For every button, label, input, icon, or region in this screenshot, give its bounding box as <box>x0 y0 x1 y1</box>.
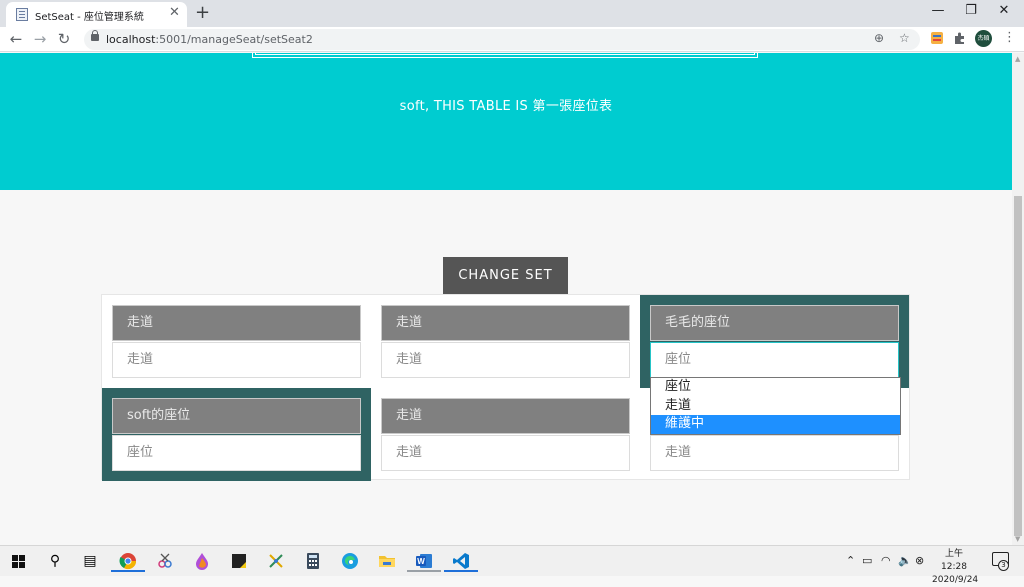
lock-icon <box>91 30 99 41</box>
page-scrollbar[interactable]: ▲ ▼ <box>1012 53 1024 545</box>
extension-app-icon[interactable] <box>930 31 944 45</box>
window-restore-button[interactable]: ❐ <box>961 3 981 18</box>
seat-name-field[interactable]: soft的座位 <box>112 398 361 434</box>
window-close-button[interactable]: ✕ <box>994 3 1014 18</box>
notification-count-badge: 3 <box>998 560 1009 571</box>
seat-type-select[interactable]: 座位 <box>650 342 899 378</box>
profile-avatar[interactable]: 杰碩 <box>975 30 992 47</box>
windows-taskbar: ⚲ ▤ W ⌃ ▭ ◠ 🔈 ⊗ 上午 12:28 2020/9/24 3 <box>0 545 1024 585</box>
new-tab-button[interactable]: + <box>195 2 210 23</box>
dropdown-option-maintenance[interactable]: 維護中 <box>651 415 900 434</box>
svg-text:W: W <box>417 557 425 566</box>
seat-cell-selected[interactable]: soft的座位 座位 <box>102 388 371 481</box>
battery-icon[interactable]: ▭ <box>862 554 872 567</box>
system-clock[interactable]: 上午 12:28 2020/9/24 <box>932 548 978 587</box>
seat-name-field[interactable]: 走道 <box>112 305 361 341</box>
seat-cell[interactable]: 走道 走道 <box>102 295 371 388</box>
tray-chevron-up-icon[interactable]: ⌃ <box>846 554 855 567</box>
browser-toolbar: ← → ↻ localhost:5001/manageSeat/setSeat2… <box>0 27 1024 52</box>
seat-type-select[interactable]: 走道 <box>381 435 630 471</box>
network-status-icon[interactable]: ⊗ <box>915 554 924 567</box>
vscode-icon[interactable] <box>444 550 478 572</box>
dropdown-option-seat[interactable]: 座位 <box>651 378 900 397</box>
scroll-down-icon[interactable]: ▼ <box>1015 535 1020 543</box>
edge-browser-icon[interactable] <box>339 550 361 572</box>
tools-app-icon[interactable] <box>265 550 287 572</box>
browser-menu-icon[interactable]: ⋮ <box>1003 30 1016 45</box>
seat-type-select[interactable]: 走道 <box>650 435 899 471</box>
clock-time: 上午 12:28 <box>941 549 967 572</box>
extensions-puzzle-icon[interactable] <box>953 31 967 45</box>
paint-drop-icon[interactable] <box>191 550 213 572</box>
back-arrow-icon[interactable]: ← <box>7 30 25 48</box>
scroll-thumb[interactable] <box>1014 196 1022 536</box>
seat-cell-selected[interactable]: 毛毛的座位 座位 <box>640 295 909 388</box>
reload-icon[interactable]: ↻ <box>55 30 73 48</box>
url-text[interactable]: localhost:5001/manageSeat/setSeat2 <box>106 33 313 46</box>
search-icon[interactable]: ⚲ <box>44 550 66 572</box>
wifi-icon[interactable]: ◠ <box>881 554 891 567</box>
tab-title: SetSeat - 座位管理系統 <box>35 12 144 23</box>
seat-type-dropdown[interactable]: 座位 走道 維護中 <box>650 377 901 435</box>
forward-arrow-icon[interactable]: → <box>31 30 49 48</box>
seat-cell[interactable]: 走道 走道 <box>371 388 640 481</box>
task-view-icon[interactable]: ▤ <box>79 550 101 572</box>
dropdown-option-aisle[interactable]: 走道 <box>651 397 900 416</box>
scroll-up-icon[interactable]: ▲ <box>1015 55 1020 63</box>
calculator-icon[interactable] <box>302 550 324 572</box>
volume-icon[interactable]: 🔈 <box>898 554 912 567</box>
seat-name-field[interactable]: 走道 <box>381 305 630 341</box>
bookmark-star-icon[interactable]: ☆ <box>899 31 910 45</box>
seat-type-select[interactable]: 座位 <box>112 435 361 471</box>
tab-close-icon[interactable]: ✕ <box>169 5 180 20</box>
seat-name-field[interactable]: 毛毛的座位 <box>650 305 899 341</box>
address-bar[interactable]: localhost:5001/manageSeat/setSeat2 ⊕ ☆ <box>84 29 920 50</box>
seat-type-select[interactable]: 走道 <box>381 342 630 378</box>
windows-start-icon[interactable] <box>12 555 25 568</box>
zoom-icon[interactable]: ⊕ <box>874 31 884 45</box>
seat-cell[interactable]: 走道 走道 <box>371 295 640 388</box>
chrome-taskbar-icon[interactable] <box>111 550 145 572</box>
browser-tabstrip: SetSeat - 座位管理系統 ✕ + — ❐ ✕ <box>0 0 1024 27</box>
snipping-tool-icon[interactable] <box>154 550 176 572</box>
hero-frame-decoration <box>252 53 758 58</box>
sticky-notes-icon[interactable] <box>228 550 250 572</box>
change-set-button[interactable]: CHANGE SET <box>443 257 568 294</box>
seat-type-select[interactable]: 走道 <box>112 342 361 378</box>
hero-heading: soft, THIS TABLE IS 第一張座位表 <box>399 99 613 114</box>
tab-setseat[interactable]: SetSeat - 座位管理系統 ✕ <box>6 2 187 27</box>
word-icon[interactable]: W <box>407 550 441 572</box>
file-explorer-icon[interactable] <box>376 550 398 572</box>
window-minimize-button[interactable]: — <box>928 3 948 18</box>
hero-banner: soft, THIS TABLE IS 第一張座位表 <box>0 53 1012 190</box>
seat-name-field[interactable]: 走道 <box>381 398 630 434</box>
page-favicon-icon <box>16 8 28 21</box>
page-viewport: soft, THIS TABLE IS 第一張座位表 CHANGE SET 走道… <box>0 53 1012 545</box>
